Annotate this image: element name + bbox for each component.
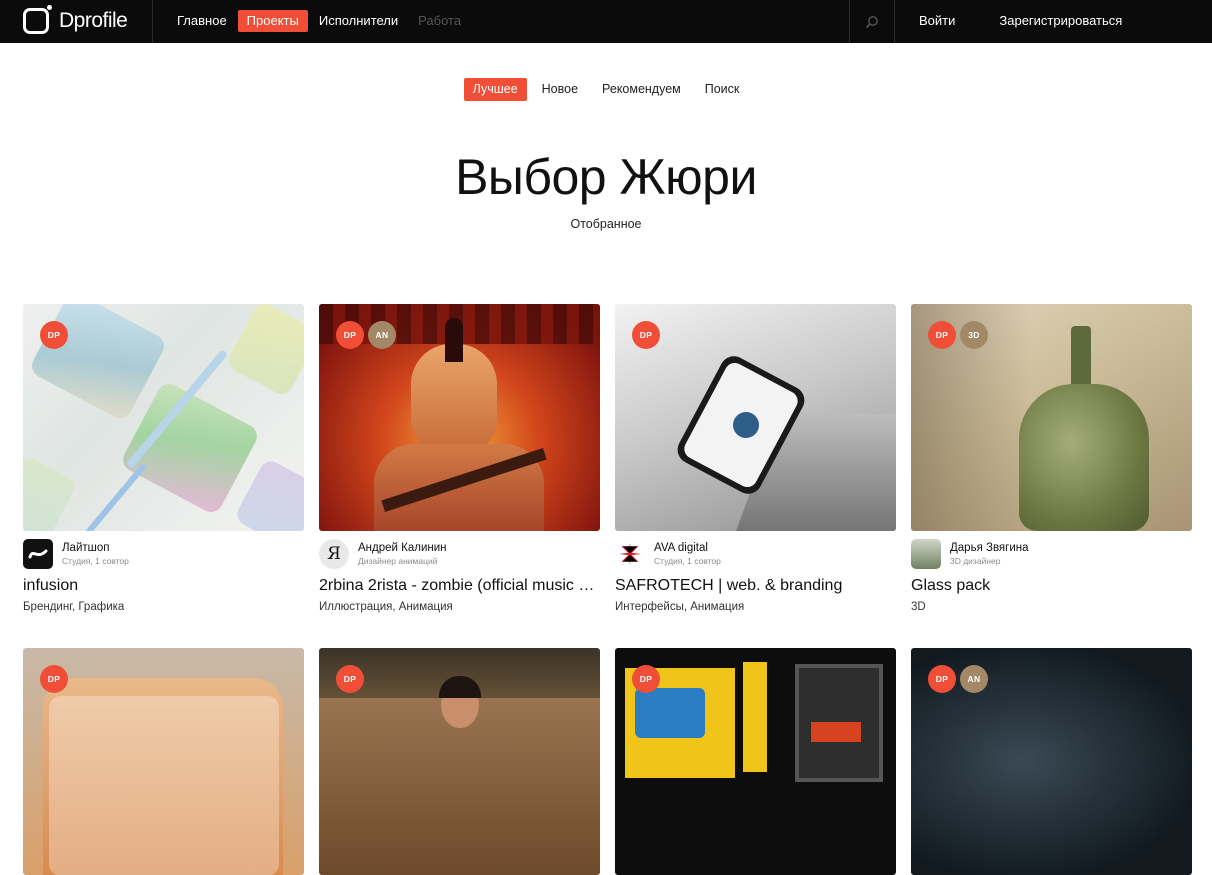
divider [152, 0, 153, 43]
divider [894, 0, 895, 43]
cassette-image [743, 662, 767, 772]
badge-an: AN [960, 665, 988, 693]
project-title[interactable]: Glass pack [911, 577, 1192, 595]
badge-dp: DP [632, 665, 660, 693]
wave-logo-icon [28, 549, 48, 559]
project-thumbnail[interactable]: DP [615, 648, 896, 875]
project-thumbnail[interactable]: DP 3D [911, 304, 1192, 531]
author-avatar-glyph: Я [327, 544, 341, 564]
page-title: Выбор Жюри [455, 149, 757, 205]
project-thumbnail[interactable]: DP [319, 648, 600, 875]
project-card: DP Лайтшоп Студия, 1 совтор infusion Бре… [23, 304, 304, 613]
filter-tab-best[interactable]: Лучшее [463, 78, 527, 101]
search-icon [865, 15, 878, 28]
badge-dp: DP [40, 321, 68, 349]
logo[interactable]: Dprofile [23, 5, 128, 37]
infusion-bag-image [233, 457, 304, 531]
project-thumbnail[interactable]: DP [23, 648, 304, 875]
avatar[interactable] [911, 539, 941, 569]
project-thumbnail[interactable]: DP AN [319, 304, 600, 531]
nav-item-work[interactable]: Работа [409, 10, 470, 32]
cassette-label-image [635, 688, 705, 738]
author-role: Студия, 1 совтор [62, 556, 129, 566]
logo-icon [23, 5, 52, 34]
project-categories: 3D [911, 601, 926, 613]
project-thumbnail[interactable]: DP AN [911, 648, 1192, 875]
avatar[interactable] [615, 539, 645, 569]
project-card: DP AN Я Андрей Калинин Дизайнер анимаций… [319, 304, 600, 613]
project-thumbnail[interactable]: DP [23, 304, 304, 531]
mohawk-image [445, 318, 463, 362]
top-navigation-bar: Dprofile Главное Проекты Исполнители Раб… [0, 0, 1212, 43]
badge-dp: DP [928, 665, 956, 693]
author: AVA digital Студия, 1 совтор [615, 539, 721, 569]
project-thumbnail[interactable]: DP [615, 304, 896, 531]
project-card: DP 3D Дарья Звягина 3D дизайнер Glass pa… [911, 304, 1192, 613]
project-categories: Интерфейсы, Анимация [615, 601, 745, 613]
author: Лайтшоп Студия, 1 совтор [23, 539, 129, 569]
author: Дарья Звягина 3D дизайнер [911, 539, 1029, 569]
infusion-bag-image [224, 304, 304, 399]
avatar[interactable] [23, 539, 53, 569]
project-title[interactable]: SAFROTECH | web. & branding [615, 577, 896, 595]
bottle-body-image [1019, 384, 1149, 531]
project-categories: Иллюстрация, Анимация [319, 601, 453, 613]
vhs-label-image [811, 722, 861, 742]
register-link[interactable]: Зарегистрироваться [989, 10, 1132, 32]
author: Я Андрей Калинин Дизайнер анимаций [319, 539, 447, 569]
badge-dp: DP [336, 665, 364, 693]
login-link[interactable]: Войти [909, 10, 965, 32]
badge-an: AN [368, 321, 396, 349]
badge-dp: DP [336, 321, 364, 349]
project-card: DP [319, 648, 600, 875]
nav-item-performers[interactable]: Исполнители [310, 10, 407, 32]
auth-links: Войти Зарегистрироваться [909, 10, 1132, 32]
filter-tabs: Лучшее Новое Рекомендуем Поиск [0, 78, 1212, 101]
project-card: DP [615, 648, 896, 875]
author-name[interactable]: Дарья Звягина [950, 541, 1029, 555]
star-logo-icon [619, 543, 641, 565]
project-card: DP AN [911, 648, 1192, 875]
nav-item-home[interactable]: Главное [168, 10, 236, 32]
project-title[interactable]: 2rbina 2rista - zombie (official music v… [319, 577, 600, 595]
author-name[interactable]: Андрей Калинин [358, 541, 447, 555]
author-role: 3D дизайнер [950, 556, 1001, 566]
infusion-bag-image [23, 454, 79, 531]
project-categories: Брендинг, Графика [23, 601, 125, 613]
filter-tab-recommended[interactable]: Рекомендуем [593, 78, 690, 101]
filter-tab-search[interactable]: Поиск [696, 78, 749, 101]
badge-dp: DP [40, 665, 68, 693]
logo-text: Dprofile [59, 9, 128, 32]
badge-dp: DP [632, 321, 660, 349]
author-role: Студия, 1 совтор [654, 556, 721, 566]
author-role: Дизайнер анимаций [358, 556, 438, 566]
avatar[interactable]: Я [319, 539, 349, 569]
badge-3d: 3D [960, 321, 988, 349]
author-name[interactable]: Лайтшоп [62, 541, 129, 555]
page-subtitle: Отобранное [570, 217, 642, 231]
filter-tab-new[interactable]: Новое [533, 78, 587, 101]
tube-image [84, 462, 148, 531]
glass-panel-image [49, 696, 279, 875]
project-card: DP AVA digital Студия, 1 совтор SAFROTEC… [615, 304, 896, 613]
search-button[interactable] [850, 0, 894, 43]
author-name[interactable]: AVA digital [654, 541, 721, 555]
project-title[interactable]: infusion [23, 577, 304, 595]
project-card: DP [23, 648, 304, 875]
person-hair-image [439, 676, 481, 698]
badge-dp: DP [928, 321, 956, 349]
nav-item-projects[interactable]: Проекты [237, 10, 308, 32]
main-nav: Главное Проекты Исполнители Работа [168, 10, 472, 32]
